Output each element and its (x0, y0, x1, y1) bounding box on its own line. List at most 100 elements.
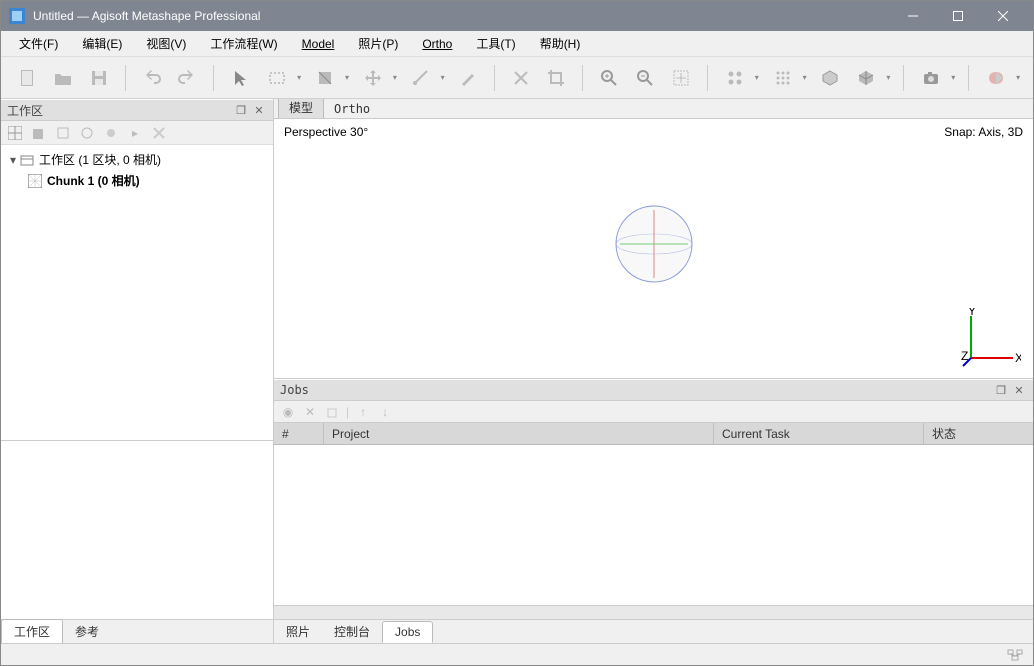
cursor-icon[interactable] (224, 62, 256, 94)
save-icon[interactable] (83, 62, 115, 94)
menu-file[interactable]: 文件(F) (7, 32, 70, 55)
right-panel: 模型 Ortho Perspective 30° Snap: Axis, 3D … (274, 99, 1033, 643)
dense-icon[interactable] (766, 62, 810, 94)
new-doc-icon[interactable] (11, 62, 43, 94)
zoom-out-icon[interactable] (629, 62, 661, 94)
minimize-button[interactable] (890, 1, 935, 31)
job-up-icon[interactable]: ↑ (355, 404, 371, 420)
sep (707, 65, 708, 91)
workspace-panel-header: 工作区 ❐ ✕ (1, 99, 273, 121)
col-project[interactable]: Project (324, 423, 714, 444)
window-controls (890, 1, 1025, 31)
statusbar (1, 643, 1033, 665)
menu-edit[interactable]: 编辑(E) (70, 32, 134, 55)
col-status[interactable]: 状态 (924, 423, 1033, 444)
perspective-label: Perspective 30° (284, 125, 368, 139)
close-icon[interactable]: ✕ (251, 102, 267, 118)
job-start-icon[interactable]: ◉ (280, 404, 296, 420)
ws-tool3-icon[interactable] (53, 123, 73, 143)
job-down-icon[interactable]: ↓ (377, 404, 393, 420)
ws-play-icon[interactable]: ▸ (125, 123, 145, 143)
draw-icon[interactable] (452, 62, 484, 94)
maximize-button[interactable] (935, 1, 980, 31)
chunk-icon (27, 173, 43, 189)
record-icon[interactable] (979, 62, 1023, 94)
menu-workflow[interactable]: 工作流程(W) (198, 32, 289, 55)
delete-icon[interactable] (505, 62, 537, 94)
jobs-scrollbar[interactable] (274, 605, 1033, 619)
close-button[interactable] (980, 1, 1025, 31)
ruler-icon[interactable] (404, 62, 448, 94)
fit-icon[interactable] (665, 62, 697, 94)
jobs-table-header: # Project Current Task 状态 (274, 423, 1033, 445)
sep (213, 65, 214, 91)
tab-ortho[interactable]: Ortho (324, 100, 380, 118)
tab-console[interactable]: 控制台 (322, 620, 382, 643)
close-icon[interactable]: ✕ (1011, 382, 1027, 398)
pointcloud-icon[interactable] (718, 62, 762, 94)
rect-select-icon[interactable] (260, 62, 304, 94)
tree-chunk[interactable]: Chunk 1 (0 相机) (1, 170, 273, 191)
move-icon[interactable] (356, 62, 400, 94)
viewport-tabs: 模型 Ortho (274, 99, 1033, 119)
sep (582, 65, 583, 91)
window-title: Untitled — Agisoft Metashape Professiona… (33, 9, 890, 23)
menu-tools[interactable]: 工具(T) (464, 32, 527, 55)
job-cancel-icon[interactable]: ✕ (302, 404, 318, 420)
left-panel: 工作区 ❐ ✕ ▸ ▾ 工作区 (1 区块, 0 相机) Chunk 1 (0 … (1, 99, 274, 643)
menu-ortho[interactable]: Ortho (410, 34, 464, 54)
properties-pane (1, 441, 273, 619)
viewport-3d[interactable]: Perspective 30° Snap: Axis, 3D Y X Z (274, 119, 1033, 379)
texture-icon[interactable] (850, 62, 894, 94)
tab-photos[interactable]: 照片 (274, 620, 322, 643)
trackball-sphere (614, 204, 694, 284)
titlebar: Untitled — Agisoft Metashape Professiona… (1, 1, 1033, 31)
axis-y-label: Y (968, 308, 976, 318)
ws-tool4-icon[interactable] (77, 123, 97, 143)
mesh-icon[interactable] (814, 62, 846, 94)
menu-view[interactable]: 视图(V) (134, 32, 198, 55)
dock-icon[interactable]: ❐ (233, 102, 249, 118)
ws-tool5-icon[interactable] (101, 123, 121, 143)
sep (125, 65, 126, 91)
tab-model[interactable]: 模型 (278, 99, 324, 118)
workspace-toolbar: ▸ (1, 121, 273, 145)
app-icon (9, 8, 25, 24)
tab-reference[interactable]: 参考 (63, 620, 111, 643)
ws-add-icon[interactable] (29, 123, 49, 143)
menu-help[interactable]: 帮助(H) (528, 32, 593, 55)
region-icon[interactable] (308, 62, 352, 94)
tab-workspace[interactable]: 工作区 (1, 619, 63, 643)
zoom-in-icon[interactable] (593, 62, 625, 94)
job-trash-icon[interactable] (324, 404, 340, 420)
jobs-table-body (274, 445, 1033, 605)
menubar: 文件(F) 编辑(E) 视图(V) 工作流程(W) Model 照片(P) Or… (1, 31, 1033, 57)
crop-icon[interactable] (540, 62, 572, 94)
expand-icon[interactable]: ▾ (7, 153, 19, 167)
main-toolbar (1, 57, 1033, 99)
undo-icon[interactable] (136, 62, 168, 94)
menu-photo[interactable]: 照片(P) (346, 32, 410, 55)
sep (968, 65, 969, 91)
jobs-panel-header: Jobs ❐ ✕ (274, 379, 1033, 401)
workspace-icon (19, 152, 35, 168)
snap-label: Snap: Axis, 3D (944, 125, 1023, 139)
col-task[interactable]: Current Task (714, 423, 924, 444)
ws-grid-icon[interactable] (5, 123, 25, 143)
redo-icon[interactable] (172, 62, 204, 94)
col-number[interactable]: # (274, 423, 324, 444)
camera-icon[interactable] (914, 62, 958, 94)
tree-root[interactable]: ▾ 工作区 (1 区块, 0 相机) (1, 149, 273, 170)
jobs-toolbar: ◉ ✕ | ↑ ↓ (274, 401, 1033, 423)
ws-remove-icon[interactable] (149, 123, 169, 143)
workspace-tree: ▾ 工作区 (1 区块, 0 相机) Chunk 1 (0 相机) (1, 145, 273, 441)
open-icon[interactable] (47, 62, 79, 94)
axis-gizmo: Y X Z (961, 308, 1021, 368)
axis-z-label: Z (961, 349, 968, 363)
dock-icon[interactable]: ❐ (993, 382, 1009, 398)
jobs-title: Jobs (280, 383, 309, 397)
left-bottom-tabs: 工作区 参考 (1, 619, 273, 643)
jobs-panel: Jobs ❐ ✕ ◉ ✕ | ↑ ↓ # Project Current Tas… (274, 379, 1033, 619)
tab-jobs[interactable]: Jobs (382, 621, 433, 643)
menu-model[interactable]: Model (290, 34, 347, 54)
